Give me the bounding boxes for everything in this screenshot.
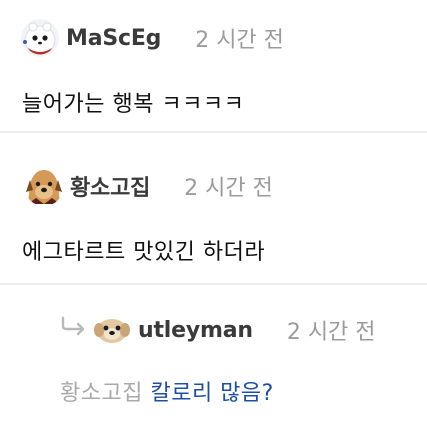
reply-author[interactable]: utleyman — [138, 318, 253, 343]
reply-arrow-icon — [60, 316, 90, 340]
reply-content: 황소고집 칼로리 많음? — [60, 375, 274, 407]
comment-text: 늘어가는 행복 ㅋㅋㅋㅋ — [22, 92, 245, 117]
comment-item: MaScEg 2 시간 전 늘어가는 행복 ㅋㅋㅋㅋ — [0, 0, 427, 133]
white-creature-avatar-icon[interactable] — [20, 18, 60, 58]
reply-timestamp: 2 시간 전 — [286, 320, 376, 345]
puppy-avatar-icon[interactable] — [92, 310, 132, 350]
reply-item: utleyman 2 시간 전 황소고집 칼로리 많음? — [0, 284, 427, 427]
comment-timestamp: 2 시간 전 — [184, 176, 273, 201]
dog-face-avatar-icon[interactable] — [24, 166, 64, 206]
reply-header: utleyman 2 시간 전 — [92, 310, 376, 350]
comment-item: 황소고집 2 시간 전 에그타르트 맛있긴 하더라 — [0, 132, 427, 285]
comment-header: MaScEg 2 시간 전 — [20, 18, 284, 58]
comment-author[interactable]: 황소고집 — [70, 170, 150, 202]
comment-timestamp: 2 시간 전 — [195, 28, 284, 53]
reply-text: 칼로리 많음? — [150, 381, 274, 406]
reply-mention[interactable]: 황소고집 — [60, 381, 143, 406]
comment-header: 황소고집 2 시간 전 — [24, 166, 273, 206]
comment-text: 에그타르트 맛있긴 하더라 — [22, 240, 266, 265]
comment-author[interactable]: MaScEg — [66, 26, 161, 51]
